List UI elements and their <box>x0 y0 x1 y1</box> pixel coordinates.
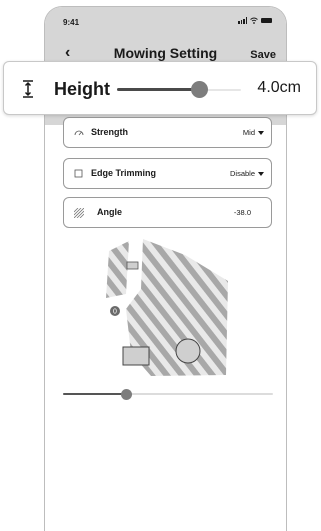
battery-icon <box>261 18 272 23</box>
hatch-icon <box>74 208 84 218</box>
height-slider-thumb[interactable] <box>191 81 208 98</box>
obstacle-circle <box>175 338 201 364</box>
gauge-icon <box>74 130 84 136</box>
chevron-down-icon <box>258 172 264 176</box>
chevron-down-icon <box>258 131 264 135</box>
obstacle-rectangle <box>122 346 150 366</box>
edge-trimming-label: Edge Trimming <box>91 168 157 178</box>
map-marker-label: 0 <box>113 309 117 316</box>
bottom-slider-thumb[interactable] <box>121 389 132 400</box>
status-icons <box>238 17 272 24</box>
obstacle-square <box>126 261 139 270</box>
strength-value: Mid <box>242 128 255 137</box>
height-icon <box>23 80 33 98</box>
checkbox-icon <box>74 169 83 178</box>
wifi-icon <box>250 17 258 24</box>
lawn-map: 0 <box>106 239 228 376</box>
bottom-slider-fill <box>63 393 126 395</box>
angle-value: -38.0 <box>233 208 251 217</box>
save-button[interactable]: Save <box>250 49 276 61</box>
height-label: Height <box>54 79 110 99</box>
angle-row[interactable]: Angle -38.0 <box>63 197 272 228</box>
height-card: Height 4.0cm <box>3 61 317 115</box>
height-slider-fill <box>117 88 199 91</box>
angle-label: Angle <box>97 207 123 217</box>
lawn-zone-left <box>106 241 129 298</box>
edge-trimming-value: Disable <box>229 169 255 178</box>
edge-trimming-row[interactable]: Edge Trimming Disable <box>63 158 272 189</box>
signal-icon <box>238 17 247 24</box>
height-value: 4.0cm <box>257 79 301 96</box>
status-time: 9:41 <box>63 18 80 27</box>
strength-row[interactable]: Strength Mid <box>63 117 272 148</box>
strength-label: Strength <box>91 127 128 137</box>
